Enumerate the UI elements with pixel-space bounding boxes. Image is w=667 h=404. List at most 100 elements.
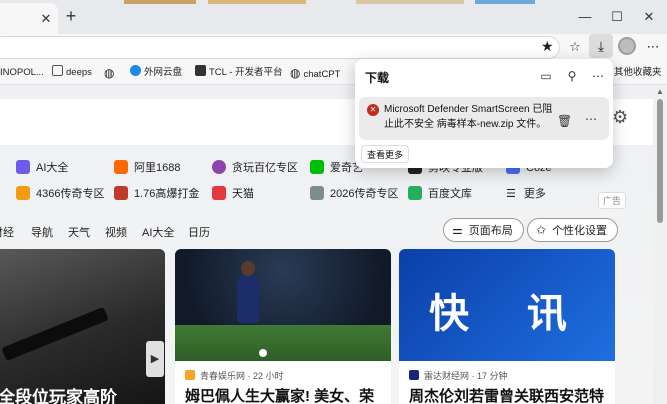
player-head [241, 261, 255, 276]
close-window-button[interactable]: ✕ [639, 8, 659, 26]
ai-icon [16, 160, 30, 174]
page-scrollbar[interactable]: ▲ [653, 85, 667, 404]
nav-item[interactable]: 导航 [31, 224, 53, 240]
bookmark-item[interactable]: TCL - 开发者平台 [195, 65, 283, 81]
menu-icon: ☰ [506, 188, 516, 200]
download-item-more-icon[interactable]: ⋯ [585, 112, 597, 126]
1688-icon [114, 160, 128, 174]
gear-icon[interactable]: ⚙ [612, 107, 628, 128]
trash-icon[interactable]: 🗑 [557, 114, 572, 128]
quick-link[interactable]: 百度文库 [408, 185, 472, 203]
quick-link-label: 贪玩百亿专区 [232, 162, 298, 174]
bookmark-item[interactable]: ◍ [104, 65, 114, 81]
bookmark-item[interactable]: ◍ chatCPT [290, 65, 340, 81]
favorites-icon[interactable]: ☆ [566, 38, 584, 56]
card-image: 快 讯 [399, 249, 615, 361]
source-icon [409, 370, 419, 380]
card-title: 全段位玩家高阶 [0, 388, 117, 404]
star-icon[interactable]: ★ [541, 38, 554, 55]
bookmark-item[interactable]: deeps [52, 65, 92, 81]
card-source: 青春娱乐网 [200, 371, 246, 381]
download-item[interactable]: ✕ Microsoft Defender SmartScreen 已阻止此不安全… [359, 97, 609, 140]
nav-item[interactable]: 视频 [105, 224, 127, 240]
quick-link[interactable]: 贪玩百亿专区 [212, 159, 298, 177]
card-meta: 青春娱乐网 · 22 小时 [185, 369, 284, 382]
personalize-icon: ✩ [536, 223, 547, 237]
bookmark-label: TCL - 开发者平台 [209, 67, 283, 78]
wenku-icon [408, 186, 422, 200]
ball [259, 349, 267, 357]
tcl-icon [195, 65, 206, 76]
downloads-title: 下载 [365, 71, 390, 85]
ad-badge: 广告 [598, 192, 627, 209]
bookmark-label: 外网云盘 [144, 67, 183, 78]
personalize-label: 个性化设置 [552, 225, 608, 237]
tab-bar: ✕ + — ☐ ✕ [0, 0, 667, 34]
scrollbar-thumb[interactable] [657, 99, 663, 223]
more-icon[interactable]: ⋯ [589, 67, 607, 85]
bookmark-item[interactable]: 外网云盘 [130, 65, 182, 81]
personalize-button[interactable]: ✩ 个性化设置 [527, 218, 619, 242]
see-more-button[interactable]: 查看更多 [361, 145, 410, 163]
more-menu-icon[interactable]: ⋯ [644, 38, 662, 56]
card-title: 姆巴佩人生大赢家! 美女、荣 [185, 388, 375, 404]
tab-preview-strip [124, 0, 196, 4]
quick-link[interactable]: 4366传奇专区 [16, 185, 104, 203]
bookmark-icon [52, 65, 63, 76]
bookmark-item[interactable]: INOPOL... [0, 65, 44, 81]
nav-item[interactable]: AI大全 [142, 224, 174, 240]
news-card[interactable]: 快 讯 雷达财经网 · 17 分钟 周杰伦刘若雷曾关联西安范特 [399, 249, 615, 404]
quick-link[interactable]: 2026传奇专区 [310, 185, 398, 203]
globe-icon: ◍ [290, 66, 301, 80]
quick-link[interactable]: 阿里1688 [114, 159, 180, 177]
nav-item[interactable]: 天气 [68, 224, 90, 240]
bookmark-label: deeps [66, 67, 92, 78]
quick-link-label: 天猫 [232, 188, 254, 200]
nav-item[interactable]: 财经 [0, 224, 14, 240]
carousel-next-button[interactable]: ▶ [146, 341, 164, 377]
maximize-button[interactable]: ☐ [607, 8, 627, 26]
folder-icon[interactable]: ▭ [537, 67, 555, 85]
nav-item[interactable]: 日历 [188, 224, 210, 240]
minimize-button[interactable]: — [575, 8, 595, 26]
quick-link-label: 更多 [523, 188, 546, 200]
quick-link-label: 1.76高爆打金 [134, 188, 200, 200]
card-image [175, 249, 391, 361]
profile-avatar[interactable] [618, 37, 636, 55]
quick-link[interactable]: AI大全 [16, 159, 68, 177]
address-bar[interactable] [0, 36, 560, 59]
download-icon[interactable]: ⤓ [589, 34, 613, 58]
game-icon [212, 160, 226, 174]
news-card[interactable]: 全段位玩家高阶 [0, 249, 165, 404]
scroll-up-icon[interactable]: ▲ [656, 87, 664, 96]
card-image-text: 快 讯 [429, 291, 589, 337]
layout-icon: ⚌ [452, 223, 463, 237]
globe-icon: ◍ [104, 66, 115, 80]
tmall-icon [212, 186, 226, 200]
tab-preview-strip [475, 0, 535, 4]
tab-close-icon[interactable]: ✕ [38, 11, 54, 27]
cloud-icon [130, 65, 141, 76]
card-time: 22 小时 [253, 371, 284, 381]
quick-link-label: 百度文库 [428, 188, 472, 200]
game-icon [310, 186, 324, 200]
active-tab[interactable]: ✕ [0, 3, 58, 34]
card-title: 周杰伦刘若雷曾关联西安范特 [409, 388, 605, 404]
new-tab-button[interactable]: + [62, 7, 80, 26]
blocked-icon: ✕ [367, 104, 379, 116]
player-figure [237, 275, 259, 323]
tab-preview-strip [356, 0, 464, 4]
quick-link[interactable]: 1.76高爆打金 [114, 185, 199, 203]
bookmark-label: INOPOL... [0, 67, 44, 78]
pitch [175, 325, 391, 361]
news-card[interactable]: 青春娱乐网 · 22 小时 姆巴佩人生大赢家! 美女、荣 [175, 249, 391, 404]
bookmarks-other[interactable]: 其他收藏夹 [614, 65, 662, 81]
page-layout-button[interactable]: ⚌ 页面布局 [443, 218, 524, 242]
card-time: 17 分钟 [477, 371, 508, 381]
search-icon[interactable]: ⚲ [563, 67, 581, 85]
game-icon [114, 186, 128, 200]
quick-link-label: AI大全 [36, 162, 69, 174]
quick-link-label: 2026传奇专区 [330, 188, 399, 200]
quick-link[interactable]: 天猫 [212, 185, 254, 203]
quick-link-more[interactable]: ☰ 更多 [506, 185, 546, 203]
